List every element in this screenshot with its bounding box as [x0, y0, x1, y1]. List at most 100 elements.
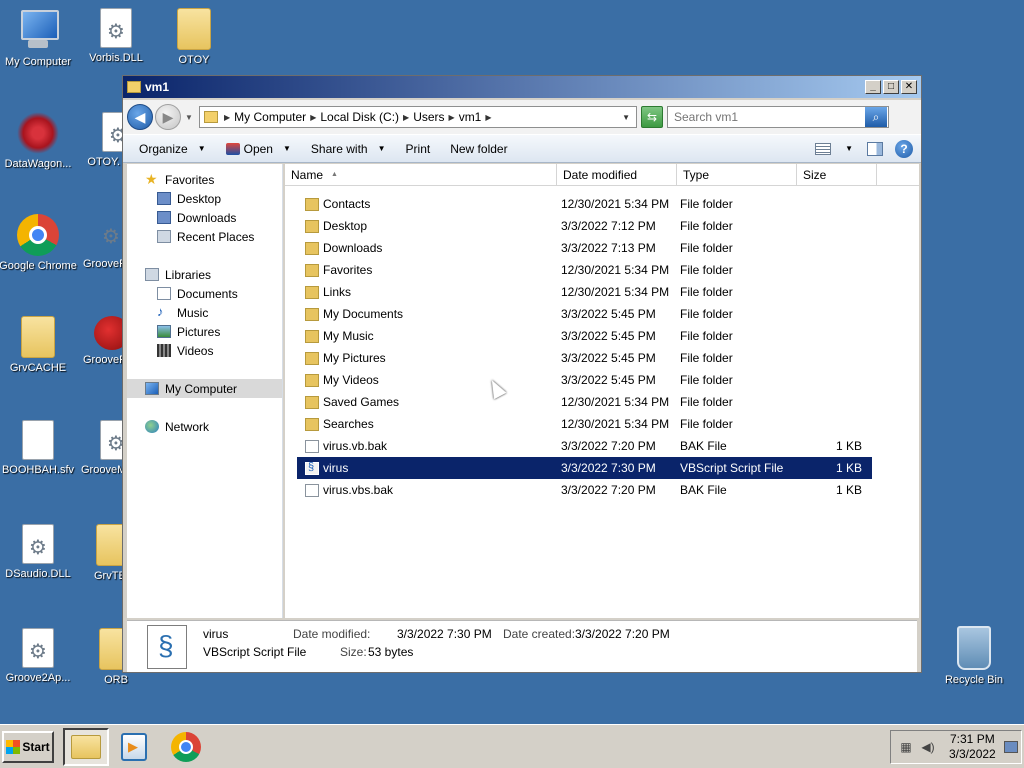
desktop-icon-grvcache[interactable]: GrvCACHE [0, 316, 78, 374]
breadcrumb-vm1[interactable]: vm1 [455, 110, 486, 124]
chevron-down-icon[interactable]: ▼ [622, 113, 632, 122]
help-icon[interactable]: ? [895, 139, 913, 158]
column-header-label: Name [291, 168, 324, 182]
file-type: File folder [680, 307, 733, 321]
file-size: 1 KB [835, 483, 862, 497]
search-field[interactable]: ⌕ [667, 106, 889, 128]
computer-icon [145, 382, 159, 395]
script-icon [305, 461, 319, 475]
command-bar: Organize ▼ Open ▼ Share with ▼ Print New… [123, 134, 921, 163]
desktop-icon-groovef-2[interactable]: GrooveF [76, 316, 122, 366]
nav-label: Pictures [177, 324, 221, 339]
file-type: File folder [680, 285, 733, 299]
organize-button[interactable]: Organize ▼ [129, 135, 216, 162]
breadcrumb-my-computer[interactable]: My Computer [230, 110, 310, 124]
show-desktop-icon[interactable] [1003, 741, 1018, 753]
folder-icon [305, 241, 319, 255]
desktop-icon-datawagon[interactable]: DataWagon... [0, 112, 78, 170]
datawagon-icon [17, 112, 59, 154]
close-button[interactable]: ✕ [901, 80, 917, 94]
desktop-icon-recycle-bin[interactable]: Recycle Bin [934, 626, 1014, 686]
new-folder-button[interactable]: New folder [440, 135, 517, 162]
nav-documents[interactable]: Documents [127, 284, 282, 303]
desktop-icon-otoy-dll[interactable]: OTOY. [76, 112, 122, 168]
start-button[interactable]: Start [2, 731, 54, 763]
file-row[interactable]: virus.vb.bak 3/3/2022 7:20 PM BAK File 1 KB [297, 435, 872, 457]
desktop-icon-boohbah-sfv[interactable]: BOOHBAH.sfv [0, 420, 78, 476]
open-button[interactable]: Open ▼ [216, 135, 301, 162]
breadcrumb-users[interactable]: Users [409, 110, 448, 124]
search-icon[interactable]: ⌕ [865, 107, 887, 127]
column-header-date-modified[interactable]: Date modified [557, 164, 677, 186]
taskbar-explorer-button[interactable] [63, 728, 109, 766]
share-with-label: Share with [310, 141, 368, 156]
file-date: 3/3/2022 7:30 PM [561, 461, 656, 475]
nav-my-computer[interactable]: My Computer [127, 379, 282, 398]
file-row[interactable]: virus.vbs.bak 3/3/2022 7:20 PM BAK File 1 K… [297, 479, 872, 501]
file-row[interactable]: Favorites 12/30/2021 5:34 PM File folder [297, 259, 872, 281]
desktop-icon-groove2ap[interactable]: Groove2Ap... [0, 628, 78, 684]
desktop-icon-vorbis-dll[interactable]: Vorbis.DLL [76, 8, 156, 64]
refresh-button[interactable]: ⇆ [641, 106, 663, 128]
file-date: 12/30/2021 5:34 PM [561, 197, 670, 211]
file-row[interactable]: Links 12/30/2021 5:34 PM File folder [297, 281, 872, 303]
file-row[interactable]: My Music 3/3/2022 5:45 PM File folder [297, 325, 872, 347]
nav-libraries[interactable]: Libraries [127, 265, 282, 284]
nav-recent-places[interactable]: Recent Places [127, 227, 282, 246]
recent-pages-dropdown[interactable]: ▼ [183, 113, 195, 122]
clock-time: 7:31 PM [950, 732, 995, 746]
chevron-right-icon[interactable]: ▶ [485, 113, 491, 122]
title-bar[interactable]: vm1 _ □ ✕ [123, 76, 921, 98]
minimize-button[interactable]: _ [865, 80, 881, 94]
desktop-icon-groovef-1[interactable]: GrooveF [76, 214, 122, 270]
media-player-icon [121, 733, 147, 761]
column-header-name[interactable]: Name ▲ [285, 164, 557, 186]
file-row[interactable]: Saved Games 12/30/2021 5:34 PM File folder [297, 391, 872, 413]
file-row[interactable]: Desktop 3/3/2022 7:12 PM File folder [297, 215, 872, 237]
desktop-icon-google-chrome[interactable]: Google Chrome [0, 214, 78, 272]
chevron-down-icon[interactable]: ▼ [845, 144, 853, 153]
dll-file-icon [22, 628, 54, 668]
desktop-icon-groovem[interactable]: GrooveM [76, 420, 122, 476]
file-row[interactable]: virus 3/3/2022 7:30 PM VBScript Script Fil… [297, 457, 872, 479]
file-date: 3/3/2022 7:12 PM [561, 219, 656, 233]
file-row[interactable]: My Documents 3/3/2022 5:45 PM File folder [297, 303, 872, 325]
preview-pane-icon[interactable] [867, 141, 883, 156]
breadcrumb[interactable]: ▶ My Computer ▶ Local Disk (C:) ▶ Users … [199, 106, 637, 128]
file-row[interactable]: My Videos 3/3/2022 5:45 PM File folder [297, 369, 872, 391]
column-header-size[interactable]: Size [797, 164, 877, 186]
desktop-icon-grvte[interactable]: GrvTE [76, 524, 122, 582]
maximize-button[interactable]: □ [883, 80, 899, 94]
file-row[interactable]: My Pictures 3/3/2022 5:45 PM File folder [297, 347, 872, 369]
file-row[interactable]: Contacts 12/30/2021 5:34 PM File folder [297, 193, 872, 215]
window-title: vm1 [145, 80, 170, 94]
column-header-type[interactable]: Type [677, 164, 797, 186]
breadcrumb-local-disk[interactable]: Local Disk (C:) [316, 110, 403, 124]
taskbar-chrome-button[interactable] [163, 728, 209, 766]
search-input[interactable] [668, 110, 865, 124]
volume-icon[interactable]: ◀) [921, 740, 935, 754]
nav-music[interactable]: ♪ Music [127, 303, 282, 322]
nav-favorites[interactable]: ★ Favorites [127, 170, 282, 189]
network-tray-icon[interactable]: ▦ [899, 740, 913, 754]
print-button[interactable]: Print [396, 135, 441, 162]
file-row[interactable]: Searches 12/30/2021 5:34 PM File folder [297, 413, 872, 435]
nav-label: Recent Places [177, 229, 255, 244]
nav-desktop[interactable]: Desktop [127, 189, 282, 208]
nav-downloads[interactable]: Downloads [127, 208, 282, 227]
share-with-button[interactable]: Share with ▼ [301, 135, 396, 162]
file-icon [305, 483, 319, 497]
view-options-icon[interactable] [815, 142, 832, 155]
desktop-icon-dsaudio-dll[interactable]: DSaudio.DLL [0, 524, 78, 580]
desktop-icon-my-computer[interactable]: My Computer [0, 8, 78, 68]
file-row[interactable]: Downloads 3/3/2022 7:13 PM File folder [297, 237, 872, 259]
file-name: Favorites [323, 263, 373, 277]
nav-network[interactable]: Network [127, 417, 282, 436]
nav-pictures[interactable]: Pictures [127, 322, 282, 341]
nav-videos[interactable]: Videos [127, 341, 282, 360]
forward-button[interactable]: ▶ [155, 104, 181, 130]
clock[interactable]: 7:31 PM 3/3/2022 [949, 732, 996, 762]
back-button[interactable]: ◀ [127, 104, 153, 130]
taskbar-media-player-button[interactable] [111, 728, 157, 766]
desktop-icon-otoy[interactable]: OTOY [154, 8, 234, 66]
